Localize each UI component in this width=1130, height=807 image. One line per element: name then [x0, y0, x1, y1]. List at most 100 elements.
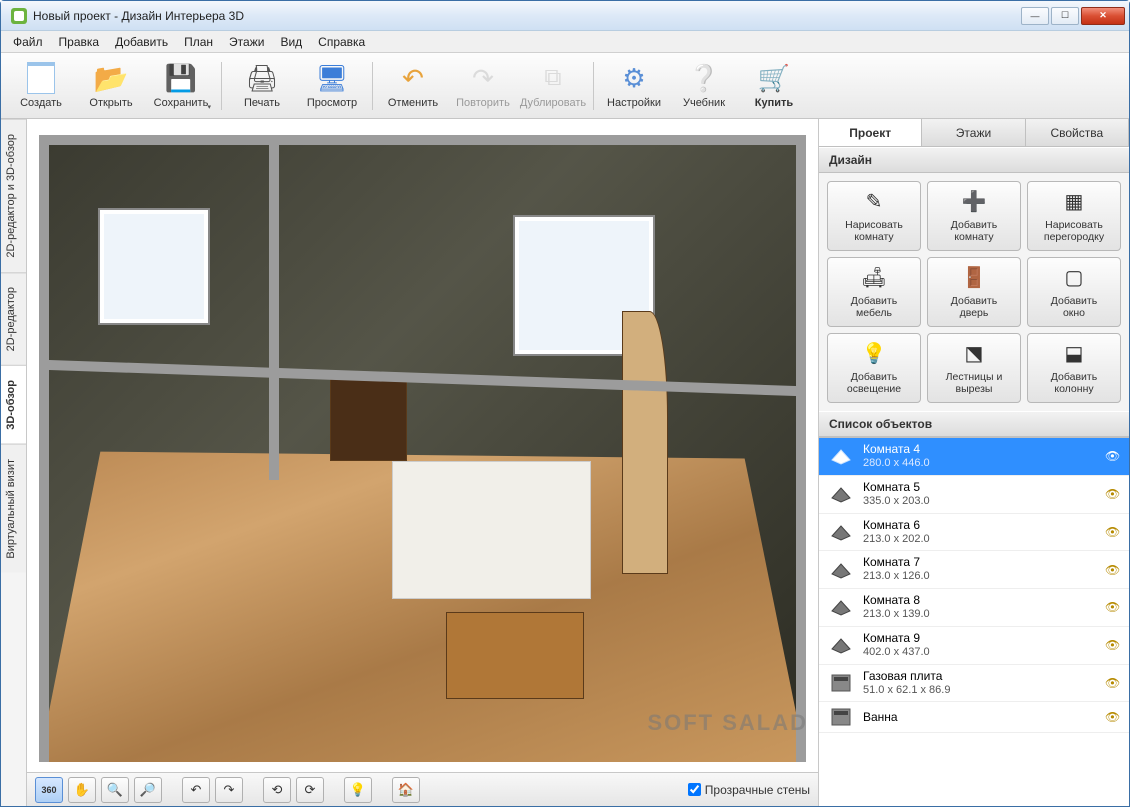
furniture-dresser [330, 373, 407, 461]
design-tool-icon: 🚪 [960, 265, 988, 293]
object-list-item[interactable]: Комната 7213.0 x 126.0👁 [819, 551, 1129, 589]
design-tool-icon: ⬔ [960, 341, 988, 369]
preview-button[interactable]: 🖥Просмотр [298, 57, 366, 115]
3d-viewport[interactable]: SOFT SALAD [27, 119, 818, 772]
maximize-button[interactable]: ☐ [1051, 7, 1079, 25]
undo-button[interactable]: ↶Отменить [379, 57, 447, 115]
furniture-shelf [622, 311, 668, 574]
design-tool-button-4[interactable]: 🚪Добавить дверь [927, 257, 1021, 327]
object-list-item[interactable]: Ванна 👁 [819, 702, 1129, 733]
object-list[interactable]: Комната 4280.0 x 446.0👁Комната 5335.0 x … [819, 437, 1129, 806]
visibility-eye-icon[interactable]: 👁 [1105, 449, 1121, 463]
design-tool-icon: ➕ [960, 189, 988, 217]
menu-bar: Файл Правка Добавить План Этажи Вид Спра… [1, 31, 1129, 53]
design-tool-button-8[interactable]: ⬓Добавить колонну [1027, 333, 1121, 403]
design-tool-icon: ⬓ [1060, 341, 1088, 369]
design-tool-button-5[interactable]: ▢Добавить окно [1027, 257, 1121, 327]
close-button[interactable]: ✕ [1081, 7, 1125, 25]
redo-button[interactable]: ↷Повторить [449, 57, 517, 115]
rotate-right-button[interactable]: ↷ [215, 777, 243, 803]
visibility-eye-icon[interactable]: 👁 [1105, 563, 1121, 577]
light-toggle-button[interactable]: 💡 [344, 777, 372, 803]
vtab-2d-editor[interactable]: 2D-редактор [1, 272, 26, 365]
vtab-3d-overview[interactable]: 3D-обзор [1, 365, 26, 444]
room-icon [827, 559, 855, 581]
object-name: Ванна [863, 710, 1097, 725]
tab-project[interactable]: Проект [819, 119, 922, 146]
zoom-out-button[interactable]: 🔍 [101, 777, 129, 803]
design-tool-label: Добавить окно [1051, 295, 1097, 319]
duplicate-icon: ⧉ [537, 62, 569, 94]
object-list-item[interactable]: Газовая плита51.0 x 62.1 x 86.9👁 [819, 665, 1129, 703]
visibility-eye-icon[interactable]: 👁 [1105, 710, 1121, 724]
pan-button[interactable]: ✋ [68, 777, 96, 803]
tab-floors[interactable]: Этажи [922, 119, 1025, 146]
buy-button[interactable]: 🛒Купить [740, 57, 808, 115]
object-name: Комната 6 [863, 518, 1097, 533]
main-toolbar: Создать 📂Открыть 💾Сохранить 🖨Печать 🖥Про… [1, 53, 1129, 119]
design-tool-button-2[interactable]: ▦Нарисовать перегородку [1027, 181, 1121, 251]
menu-add[interactable]: Добавить [107, 33, 176, 51]
design-tool-button-6[interactable]: 💡Добавить освещение [827, 333, 921, 403]
design-tool-label: Нарисовать комнату [845, 219, 903, 243]
visibility-eye-icon[interactable]: 👁 [1105, 487, 1121, 501]
vtab-2d-3d-overview[interactable]: 2D-редактор и 3D-обзор [1, 119, 26, 272]
design-tool-icon: 💡 [860, 341, 888, 369]
visibility-eye-icon[interactable]: 👁 [1105, 525, 1121, 539]
object-list-item[interactable]: Комната 9402.0 x 437.0👁 [819, 627, 1129, 665]
vtab-virtual-visit[interactable]: Виртуальный визит [1, 444, 26, 573]
tutorial-button[interactable]: ❔Учебник [670, 57, 738, 115]
viewport-toolbar: 360 ✋ 🔍 🔎 ↶ ↷ ⟲ ⟳ 💡 🏠 Прозрачные стены [27, 772, 818, 806]
visibility-eye-icon[interactable]: 👁 [1105, 676, 1121, 690]
object-list-item[interactable]: Комната 4280.0 x 446.0👁 [819, 438, 1129, 476]
rotate-left-button[interactable]: ↶ [182, 777, 210, 803]
wall-beam [269, 135, 279, 480]
furniture-desk [446, 612, 584, 700]
menu-edit[interactable]: Правка [51, 33, 108, 51]
transparent-walls-checkbox[interactable]: Прозрачные стены [688, 783, 810, 797]
home-view-button[interactable]: 🏠 [392, 777, 420, 803]
object-list-header: Список объектов [819, 411, 1129, 437]
design-tool-button-3[interactable]: 🛋Добавить мебель [827, 257, 921, 327]
visibility-eye-icon[interactable]: 👁 [1105, 600, 1121, 614]
transparent-walls-input[interactable] [688, 783, 701, 796]
menu-view[interactable]: Вид [272, 33, 310, 51]
zoom-in-icon: 🔎 [140, 782, 156, 798]
design-tool-button-7[interactable]: ⬔Лестницы и вырезы [927, 333, 1021, 403]
duplicate-button[interactable]: ⧉Дублировать [519, 57, 587, 115]
printer-icon: 🖨 [246, 62, 278, 94]
menu-help[interactable]: Справка [310, 33, 373, 51]
toolbar-separator [372, 62, 373, 110]
zoom-in-button[interactable]: 🔎 [134, 777, 162, 803]
open-button[interactable]: 📂Открыть [77, 57, 145, 115]
tab-properties[interactable]: Свойства [1026, 119, 1129, 146]
object-list-item[interactable]: Комната 8213.0 x 139.0👁 [819, 589, 1129, 627]
save-button[interactable]: 💾Сохранить [147, 57, 215, 115]
visibility-eye-icon[interactable]: 👁 [1105, 638, 1121, 652]
design-tool-button-0[interactable]: ✎Нарисовать комнату [827, 181, 921, 251]
object-dimensions: 335.0 x 203.0 [863, 495, 1097, 509]
room-icon [827, 521, 855, 543]
orbit-360-button[interactable]: 360 [35, 777, 63, 803]
print-button[interactable]: 🖨Печать [228, 57, 296, 115]
object-list-item[interactable]: Комната 6213.0 x 202.0👁 [819, 514, 1129, 552]
object-name: Комната 4 [863, 442, 1097, 457]
design-tool-icon: ▢ [1060, 265, 1088, 293]
tilt-up-button[interactable]: ⟲ [263, 777, 291, 803]
monitor-icon: 🖥 [316, 62, 348, 94]
bulb-icon: 💡 [350, 782, 366, 798]
menu-file[interactable]: Файл [5, 33, 51, 51]
settings-button[interactable]: ⚙Настройки [600, 57, 668, 115]
main-content: 2D-редактор и 3D-обзор 2D-редактор 3D-об… [1, 119, 1129, 806]
object-list-item[interactable]: Комната 5335.0 x 203.0👁 [819, 476, 1129, 514]
create-button[interactable]: Создать [7, 57, 75, 115]
furniture-bed [392, 461, 591, 599]
vertical-tabs: 2D-редактор и 3D-обзор 2D-редактор 3D-об… [1, 119, 27, 806]
menu-floors[interactable]: Этажи [221, 33, 272, 51]
tilt-down-button[interactable]: ⟳ [296, 777, 324, 803]
minimize-button[interactable]: — [1021, 7, 1049, 25]
design-tool-button-1[interactable]: ➕Добавить комнату [927, 181, 1021, 251]
menu-plan[interactable]: План [176, 33, 221, 51]
object-name: Газовая плита [863, 669, 1097, 684]
object-dimensions: 213.0 x 126.0 [863, 570, 1097, 584]
